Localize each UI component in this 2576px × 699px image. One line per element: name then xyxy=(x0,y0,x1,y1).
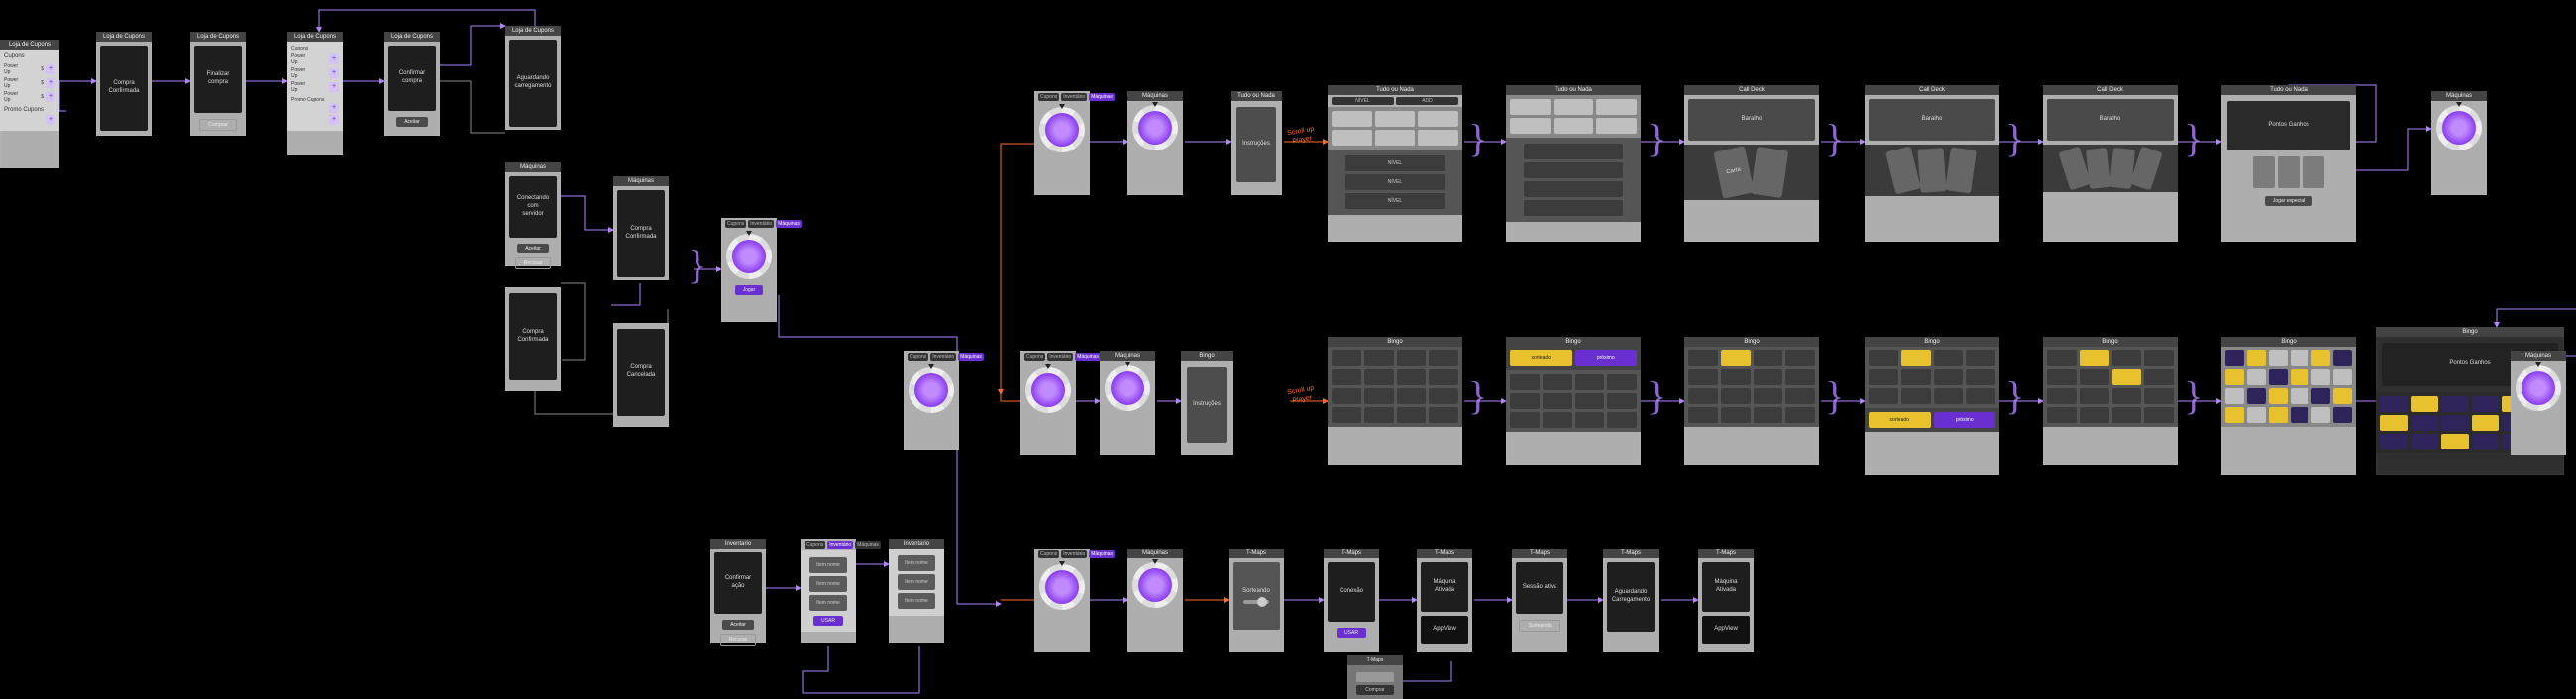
aceitar-button[interactable]: Aceitar xyxy=(396,117,428,127)
bingo-board6[interactable]: Bingo xyxy=(2221,337,2356,475)
scroll-label: Scroll up Player xyxy=(1287,384,1317,407)
recusar-button[interactable]: Recusar xyxy=(720,634,757,646)
store-row[interactable]: Power Up$+ xyxy=(4,91,55,103)
bingo-board2[interactable]: Bingo sorteado próximo xyxy=(1506,337,1641,465)
maquinas-wheel[interactable]: CuponsInventárioMáquinas xyxy=(1020,351,1076,455)
bingo-board3[interactable]: Bingo xyxy=(1684,337,1819,465)
tmap-ativada2: T-Maps Máquina Ativada AppView xyxy=(1698,549,1754,652)
ton-baralho2[interactable]: Call Deck Baralho xyxy=(1865,85,1999,242)
tmap-aguardando: T-Maps Aguardando Carregamento xyxy=(1603,549,1659,652)
inventory-list2[interactable]: Inventario Item nome Item nome Item nome xyxy=(889,539,944,643)
fortune-wheel[interactable] xyxy=(726,234,772,279)
maquinas-wheel[interactable]: Máquinas xyxy=(1127,91,1183,195)
bingo-instr: Bingo Instruções xyxy=(1181,351,1233,455)
bingo-board5[interactable]: Bingo xyxy=(2043,337,2178,465)
ton-board-start[interactable]: Tudo ou Nada NÍVELADD NÍVEL NÍVEL NÍVEL xyxy=(1328,85,1462,242)
title: Loja de Cupons xyxy=(0,40,59,50)
tmap-ativada: T-Maps Máquina Ativada AppView xyxy=(1417,549,1472,652)
store-row[interactable]: Power Up$+ xyxy=(4,77,55,89)
store-cupons-list[interactable]: Loja de Cupons Cupons Power Up+ Power Up… xyxy=(287,32,343,155)
maquinas-wheel[interactable]: Máquinas xyxy=(1127,549,1183,652)
maquinas-wheel[interactable]: Máquinas xyxy=(1100,351,1155,455)
jogar-button[interactable]: Jogar xyxy=(735,285,764,295)
ton-result[interactable]: Tudo ou Nada Pontos Ganhos Jogar especia… xyxy=(2221,85,2356,242)
ton-board-levels[interactable]: Tudo ou Nada xyxy=(1506,85,1641,242)
recusar-button[interactable]: Recusar xyxy=(515,257,552,269)
inventory-list[interactable]: CuponsInventárioMáquinas Item nome Item … xyxy=(801,539,856,643)
tmap-submenu[interactable]: T-Maps Comprar xyxy=(1347,655,1403,699)
card[interactable]: Carta xyxy=(1713,146,1754,199)
store-cupons-list[interactable]: Loja de Cupons Cupons Power Up$+ Power U… xyxy=(0,40,59,168)
compra-confirmada3: Compra Confirmada xyxy=(505,287,561,391)
aceitar-button[interactable]: Aceitar xyxy=(722,620,754,630)
bingo-board1[interactable]: Bingo xyxy=(1328,337,1462,465)
section: Cupons xyxy=(4,53,55,61)
maquinas-wheel[interactable]: Máquinas xyxy=(2511,351,2566,455)
section: Promo Cupons xyxy=(4,107,55,115)
compra-cancelada: Compra Cancelada xyxy=(613,323,669,427)
aceitar-button[interactable]: Aceitar xyxy=(517,244,549,253)
plus-icon[interactable]: + xyxy=(46,64,55,74)
store-row[interactable]: Power Up$+ xyxy=(4,63,55,75)
aguardando: Loja de Cupons Aguardando carregamento xyxy=(505,26,561,130)
maquinas-wheel[interactable]: CuponsInventárioMáquinas xyxy=(1034,91,1090,195)
bingo-board4[interactable]: Bingo sorteado próximo xyxy=(1865,337,1999,475)
compra-confirmada: Loja de Cupons Compra Confirmada xyxy=(96,32,152,136)
card[interactable] xyxy=(1751,147,1788,198)
maquinas-wheel[interactable]: CuponsInventárioMáquinas Jogar xyxy=(721,218,777,322)
confirmar-compra[interactable]: Loja de Cupons Confirmar compra Aceitar xyxy=(384,32,440,136)
conectando[interactable]: Máquinas Conectando com servidor Aceitar… xyxy=(505,162,561,266)
tmap-sessao[interactable]: T-Maps Sessão ativa Sorteando xyxy=(1512,549,1567,652)
scroll-label: Scroll up Player xyxy=(1287,125,1317,148)
instrucoes: Tudo ou Nada Instruções xyxy=(1231,91,1282,195)
maquinas-wheel[interactable]: Máquinas xyxy=(2431,91,2487,195)
tmap-conexao[interactable]: T-Maps Conexão USAR xyxy=(1324,549,1379,652)
ton-baralho3[interactable]: Call Deck Baralho xyxy=(2043,85,2178,242)
maquinas-wheel[interactable]: CuponsInventárioMáquinas xyxy=(904,351,959,450)
jogar-especial-button[interactable]: Jogar especial xyxy=(2265,196,2312,206)
compra-confirmada2: Máquinas Compra Confirmada xyxy=(613,176,669,280)
usar-button[interactable]: USAR xyxy=(813,616,843,626)
comprar-button[interactable]: Comprar xyxy=(199,119,236,131)
finalizar-compra[interactable]: Loja de Cupons Finalizar compra Comprar xyxy=(190,32,246,136)
maquinas-wheel[interactable]: CuponsInventárioMáquinas xyxy=(1034,549,1090,652)
confirmar-acao[interactable]: Inventario Confirmar ação Aceitar Recusa… xyxy=(710,539,766,643)
tmap-sorteando: T-Maps Sorteando xyxy=(1229,549,1284,652)
ton-baralho1[interactable]: Call Deck Baralho Carta xyxy=(1684,85,1819,242)
